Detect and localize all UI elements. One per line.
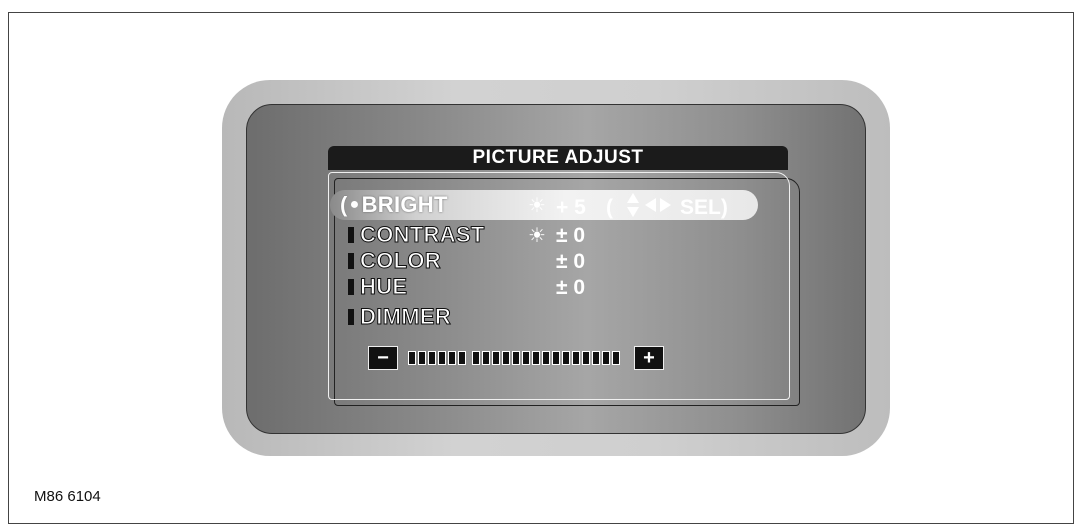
menu-title-bar: PICTURE ADJUST [328,146,788,170]
bright-bullet-open: ( [340,192,348,217]
slider-segment [572,351,580,365]
bullet-icon: ● [349,196,360,213]
slider-segment [428,351,436,365]
menu-item-bright[interactable]: ( ● BRIGHT [340,192,448,218]
slider-segment [472,351,480,365]
left-right-arrows-icon[interactable] [644,192,672,218]
slider-segment [408,351,416,365]
slider-segment [502,351,510,365]
bright-hint-open: ( [606,196,613,219]
sun-icon: ☀ [528,195,546,217]
contrast-value: ± 0 [556,224,586,247]
slider-segment [602,351,610,365]
adjust-slider[interactable]: − + [368,346,664,370]
slider-segment [418,351,426,365]
item-marker [348,227,354,243]
slider-segment [522,351,530,365]
menu-item-color[interactable]: COLOR [348,248,441,274]
plus-button[interactable]: + [634,346,664,370]
menu-item-contrast[interactable]: CONTRAST [348,222,485,248]
slider-segment [592,351,600,365]
menu-title: PICTURE ADJUST [472,147,644,168]
slider-segment [582,351,590,365]
menu-item-label: DIMMER [359,304,452,330]
color-value: ± 0 [556,250,586,273]
item-marker [348,253,354,269]
menu-item-label: CONTRAST [360,222,485,248]
slider-segment [482,351,490,365]
slider-segment [562,351,570,365]
up-down-arrows-icon[interactable] [626,192,640,218]
slider-segment [512,351,520,365]
slider-segment [448,351,456,365]
slider-segment [542,351,550,365]
item-marker [348,279,354,295]
sel-hint: SEL) [680,196,728,219]
menu-item-label: HUE [359,274,408,300]
slider-segment [492,351,500,365]
slider-segments[interactable] [408,351,622,365]
hue-value: ± 0 [556,276,586,299]
slider-segment [532,351,540,365]
slider-segment [458,351,466,365]
bright-value: + 5 [556,196,586,219]
slider-segment [438,351,446,365]
figure-id: M86 6104 [34,488,101,505]
item-marker [348,309,354,325]
menu-item-label: BRIGHT [361,192,448,217]
sun-icon: ☀ [528,225,546,247]
slider-segment [612,351,620,365]
menu-item-hue[interactable]: HUE [348,274,408,300]
slider-segment [552,351,560,365]
minus-button[interactable]: − [368,346,398,370]
menu-item-label: COLOR [360,248,442,274]
menu-item-dimmer[interactable]: DIMMER [348,304,451,330]
